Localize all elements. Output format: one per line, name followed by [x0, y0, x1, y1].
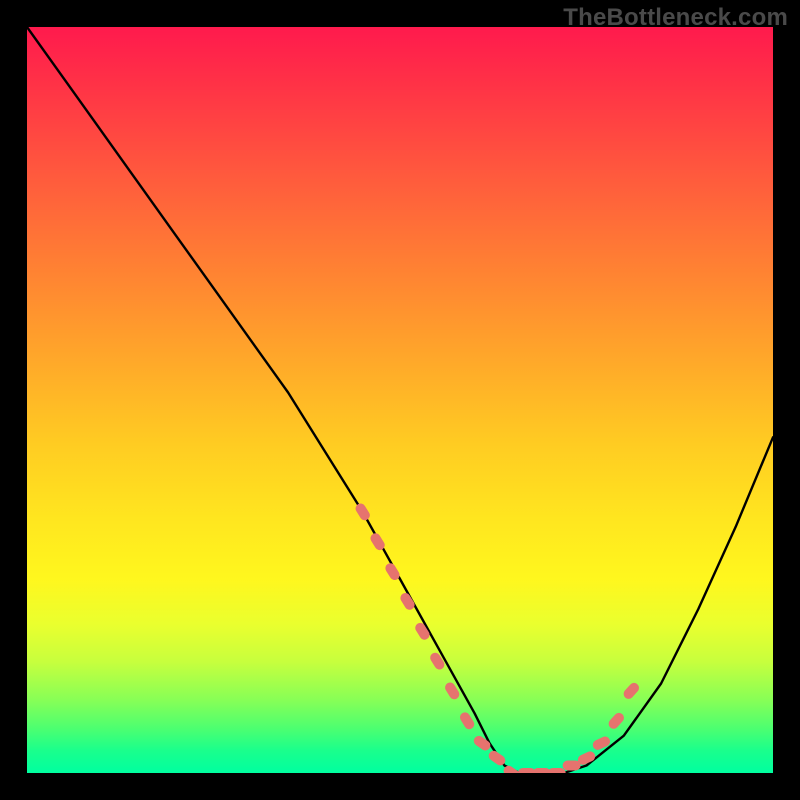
highlight-dot: [472, 734, 492, 753]
highlight-dot: [428, 651, 446, 672]
highlight-dot: [383, 561, 401, 582]
highlight-dot: [533, 768, 551, 773]
highlight-dot: [518, 768, 536, 773]
highlight-dots: [354, 502, 641, 773]
highlight-dot: [607, 711, 626, 731]
highlight-dot: [443, 681, 461, 702]
highlight-dot: [354, 502, 372, 523]
highlight-dot: [548, 768, 566, 773]
highlight-dot: [487, 749, 507, 768]
plot-area: [27, 27, 773, 773]
highlight-dot: [502, 764, 522, 773]
bottleneck-curve: [27, 27, 773, 773]
highlight-dot: [413, 621, 431, 642]
watermark-text: TheBottleneck.com: [563, 4, 788, 32]
highlight-dot: [576, 750, 597, 767]
highlight-dot: [458, 711, 476, 732]
highlight-dot: [622, 681, 641, 701]
highlight-dot: [369, 531, 387, 552]
highlight-dot: [563, 761, 581, 771]
highlight-dot: [591, 735, 612, 752]
chart-frame: TheBottleneck.com: [0, 0, 800, 800]
highlight-dot: [398, 591, 416, 612]
curve-layer: [27, 27, 773, 773]
